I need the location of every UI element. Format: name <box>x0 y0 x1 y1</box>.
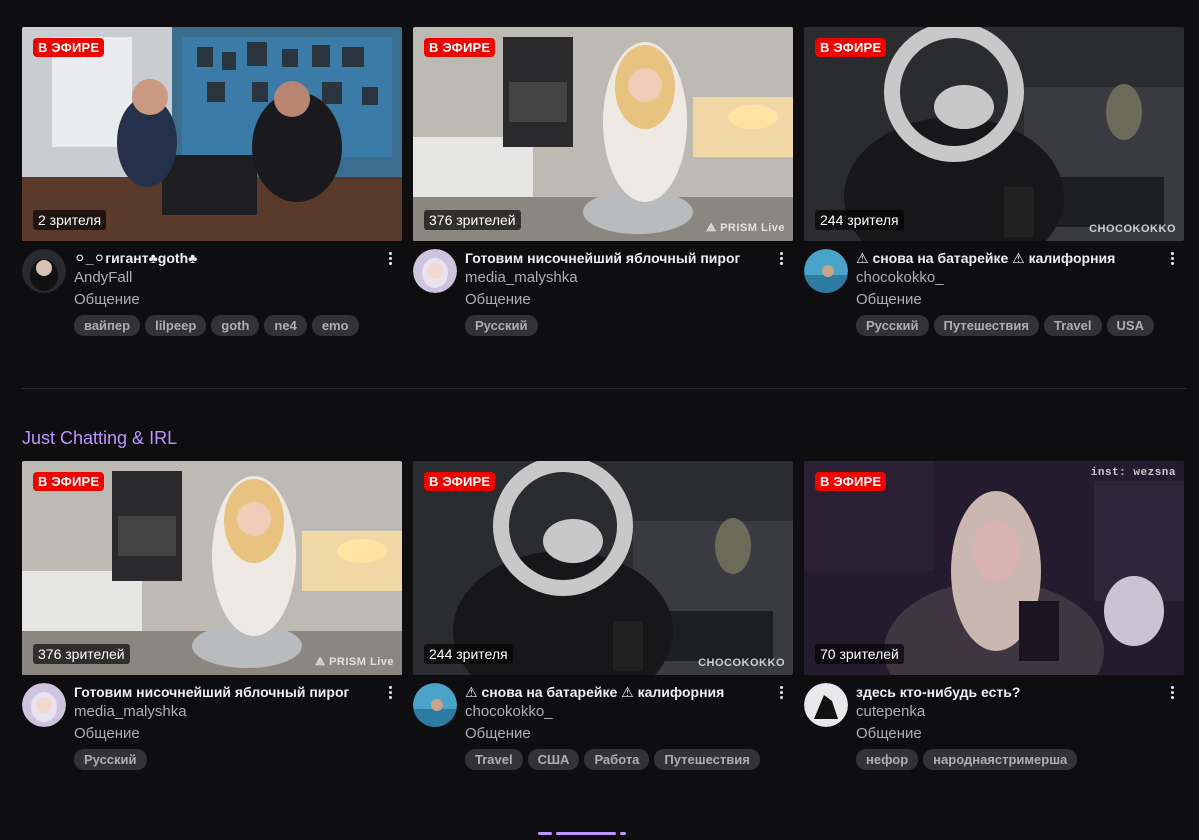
stream-thumbnail[interactable]: В ЭФИРЕ 70 зрителей inst: wezsna <box>804 461 1184 675</box>
tag[interactable]: USA <box>1106 315 1154 336</box>
live-badge: В ЭФИРЕ <box>33 472 105 491</box>
stream-card: В ЭФИРЕ 2 зрителя ⚪_⚪гигант♣goth♣ AndyFa… <box>22 27 402 336</box>
thumbnail-image <box>413 27 793 241</box>
live-badge: В ЭФИРЕ <box>33 38 105 57</box>
thumbnail-image <box>22 461 402 675</box>
tag[interactable]: вайпер <box>74 315 141 336</box>
stream-title[interactable]: Готовим нисочнейший яблочный пирог <box>74 683 370 701</box>
stream-title[interactable]: ⚪_⚪гигант♣goth♣ <box>74 249 370 267</box>
channel-name[interactable]: chocokokko_ <box>465 701 793 723</box>
more-options-icon[interactable] <box>382 681 398 703</box>
stream-thumbnail[interactable]: В ЭФИРЕ 376 зрителей ⟁ PRISM Live <box>413 27 793 241</box>
viewer-count: 376 зрителей <box>33 644 130 664</box>
category-link[interactable]: Общение <box>856 723 1184 745</box>
channel-avatar[interactable] <box>413 683 457 727</box>
stream-title[interactable]: Готовим нисочнейший яблочный пирог <box>465 249 761 267</box>
channel-name[interactable]: chocokokko_ <box>856 267 1184 289</box>
tag[interactable]: народнаястримерша <box>923 749 1078 770</box>
channel-avatar[interactable] <box>22 249 66 293</box>
stream-card: В ЭФИРЕ 70 зрителей inst: wezsna здесь к… <box>804 461 1184 770</box>
channel-name[interactable]: AndyFall <box>74 267 402 289</box>
stream-thumbnail[interactable]: В ЭФИРЕ 2 зрителя <box>22 27 402 241</box>
tag[interactable]: Работа <box>584 749 650 770</box>
category-link[interactable]: Общение <box>465 289 793 311</box>
viewer-count: 244 зрителя <box>815 210 904 230</box>
section-title[interactable]: Just Chatting & IRL <box>22 428 177 449</box>
category-link[interactable]: Общение <box>74 289 402 311</box>
live-badge: В ЭФИРЕ <box>424 472 496 491</box>
stream-thumbnail[interactable]: В ЭФИРЕ 376 зрителей ⟁ PRISM Live <box>22 461 402 675</box>
tag[interactable]: lilpeep <box>145 315 207 336</box>
viewer-count: 244 зрителя <box>424 644 513 664</box>
tag[interactable]: ne4 <box>264 315 307 336</box>
more-options-icon[interactable] <box>1164 247 1180 269</box>
more-options-icon[interactable] <box>773 247 789 269</box>
stream-card: В ЭФИРЕ 376 зрителей ⟁ PRISM Live Готови… <box>22 461 402 770</box>
stream-title[interactable]: ⚠ снова на батарейке ⚠ калифорния <box>465 683 761 701</box>
stream-card: В ЭФИРЕ 376 зрителей ⟁ PRISM Live Готови… <box>413 27 793 336</box>
category-link[interactable]: Общение <box>465 723 793 745</box>
viewer-count: 376 зрителей <box>424 210 521 230</box>
tag-list: Русский Путешествия Travel USA <box>856 315 1156 336</box>
viewer-count: 2 зрителя <box>33 210 107 230</box>
tag-list: Русский <box>465 315 765 336</box>
channel-avatar[interactable] <box>22 683 66 727</box>
tag-list: Русский <box>74 749 374 770</box>
category-link[interactable]: Общение <box>856 289 1184 311</box>
live-badge: В ЭФИРЕ <box>815 38 887 57</box>
viewer-count: 70 зрителей <box>815 644 904 664</box>
tag-list: Travel США Работа Путешествия <box>465 749 765 770</box>
tag-list: нефор народнаястримерша <box>856 749 1156 770</box>
tag[interactable]: goth <box>211 315 260 336</box>
stream-title[interactable]: ⚠ снова на батарейке ⚠ калифорния <box>856 249 1152 267</box>
live-badge: В ЭФИРЕ <box>815 472 887 491</box>
thumbnail-image <box>22 27 402 241</box>
channel-name[interactable]: cutepenka <box>856 701 1184 723</box>
next-section-heading-cutoff <box>538 822 658 835</box>
more-options-icon[interactable] <box>773 681 789 703</box>
stream-watermark: CHOCOKOKKO <box>1089 223 1176 235</box>
category-link[interactable]: Общение <box>74 723 402 745</box>
thumbnail-image <box>804 461 1184 675</box>
stream-card: В ЭФИРЕ 244 зрителя CHOCOKOKKO ⚠ снова н… <box>804 27 1184 336</box>
tag[interactable]: нефор <box>856 749 919 770</box>
stream-watermark: ⟁ PRISM Live <box>706 222 785 234</box>
stream-watermark: CHOCOKOKKO <box>698 657 785 669</box>
stream-watermark: inst: wezsna <box>1090 467 1176 479</box>
tag[interactable]: Русский <box>74 749 147 770</box>
stream-watermark: ⟁ PRISM Live <box>315 656 394 668</box>
channel-name[interactable]: media_malyshka <box>74 701 402 723</box>
section-divider <box>22 388 1186 389</box>
more-options-icon[interactable] <box>1164 681 1180 703</box>
thumbnail-image <box>413 461 793 675</box>
tag[interactable]: emo <box>311 315 359 336</box>
stream-grid-row-1: В ЭФИРЕ 2 зрителя ⚪_⚪гигант♣goth♣ AndyFa… <box>22 27 1186 336</box>
tag[interactable]: Русский <box>465 315 538 336</box>
tag[interactable]: Travel <box>465 749 523 770</box>
more-options-icon[interactable] <box>382 247 398 269</box>
channel-avatar[interactable] <box>413 249 457 293</box>
channel-avatar[interactable] <box>804 249 848 293</box>
tag[interactable]: Travel <box>1043 315 1102 336</box>
stream-title[interactable]: здесь кто-нибудь есть? <box>856 683 1152 701</box>
live-badge: В ЭФИРЕ <box>424 38 496 57</box>
tag[interactable]: Путешествия <box>933 315 1039 336</box>
channel-name[interactable]: media_malyshka <box>465 267 793 289</box>
tag[interactable]: Русский <box>856 315 929 336</box>
stream-grid-row-2: В ЭФИРЕ 376 зрителей ⟁ PRISM Live Готови… <box>22 461 1186 770</box>
stream-thumbnail[interactable]: В ЭФИРЕ 244 зрителя CHOCOKOKKO <box>413 461 793 675</box>
tag-list: вайпер lilpeep goth ne4 emo <box>74 315 374 336</box>
thumbnail-image <box>804 27 1184 241</box>
stream-card: В ЭФИРЕ 244 зрителя CHOCOKOKKO ⚠ снова н… <box>413 461 793 770</box>
tag[interactable]: США <box>527 749 580 770</box>
tag[interactable]: Путешествия <box>654 749 760 770</box>
channel-avatar[interactable] <box>804 683 848 727</box>
stream-thumbnail[interactable]: В ЭФИРЕ 244 зрителя CHOCOKOKKO <box>804 27 1184 241</box>
